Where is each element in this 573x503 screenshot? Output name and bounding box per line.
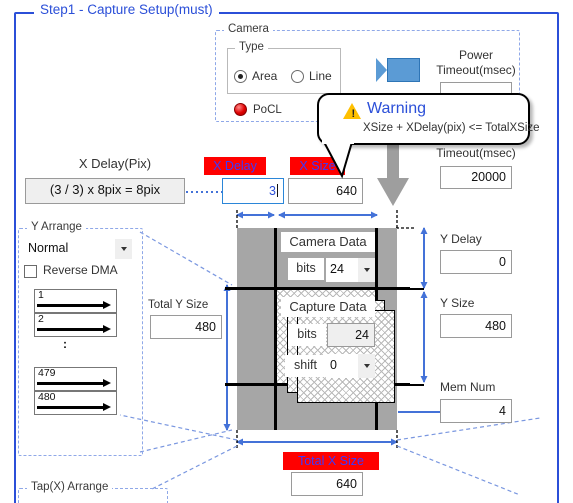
tap-x-arrange-group: Tap(X) Arrange	[18, 481, 168, 503]
y-line-row-2: 2	[34, 313, 117, 337]
camera-body-icon	[387, 58, 420, 82]
x-size-input[interactable]: 640	[288, 178, 363, 204]
capture-data-title: Capture Data	[289, 299, 367, 314]
capture-data-shift-value: 0	[330, 358, 337, 372]
arrow-shaft	[37, 406, 103, 409]
chevron-down-icon[interactable]	[115, 239, 132, 259]
arrow-head-icon	[103, 325, 111, 333]
warning-tooltip: ! Warning XSize + XDelay(pix) <= TotalXS…	[317, 93, 540, 145]
camera-data-title: Camera Data	[289, 234, 367, 249]
y-line-num-479: 479	[38, 367, 56, 379]
radio-camera-type-line[interactable]	[291, 70, 304, 83]
pocl-label: PoCL	[253, 104, 282, 116]
camera-data-bits-label: bits	[296, 261, 316, 275]
x-delay-pix-label: X Delay(Pix)	[78, 156, 152, 171]
warning-tooltip-tail	[322, 140, 354, 179]
radio-label-area: Area	[252, 69, 278, 83]
capture-setup-panel: Step1 - Capture Setup(must) Camera Type …	[0, 0, 573, 503]
reverse-dma-checkbox[interactable]	[24, 265, 37, 278]
x-delay-tag: X Delay	[204, 157, 266, 175]
page-title: Step1 - Capture Setup(must)	[34, 2, 219, 18]
reverse-dma-label: Reverse DMA	[43, 263, 118, 277]
tap-x-arrange-group-title: Tap(X) Arrange	[27, 481, 113, 493]
camera-group-title: Camera	[224, 23, 273, 35]
chevron-down-icon[interactable]	[358, 258, 375, 282]
y-size-label: Y Size	[440, 296, 475, 310]
y-line-row-1: 1	[34, 289, 117, 313]
y-line-num-2: 2	[38, 313, 44, 325]
warning-exclamation-glyph: !	[351, 108, 356, 120]
capture-data-bits-value: 24	[327, 323, 375, 347]
y-size-input[interactable]: 480	[440, 314, 512, 338]
capture-timeout-label-line2: Timeout(msec)	[436, 146, 516, 160]
x-delay-value: 3	[269, 184, 276, 198]
radio-camera-type-area[interactable]	[234, 70, 247, 83]
y-line-num-480: 480	[38, 391, 56, 403]
camera-data-bits-value: 24	[330, 262, 344, 276]
y-line-num-1: 1	[38, 289, 44, 301]
camera-type-group-title: Type	[235, 41, 268, 53]
capture-data-shift-label: shift	[294, 358, 317, 372]
panel-right-edge	[563, 0, 573, 503]
power-timeout-label-line1: Power	[458, 48, 493, 62]
y-arrange-group-title: Y Arrange	[27, 221, 86, 233]
camera-lens-icon	[376, 58, 387, 82]
warning-message: XSize + XDelay(pix) <= TotalXSize	[363, 122, 540, 134]
warning-title: Warning	[367, 100, 426, 117]
y-delay-label: Y Delay	[440, 232, 482, 246]
radio-label-line: Line	[309, 69, 332, 83]
arrow-head-icon	[103, 301, 111, 309]
chevron-down-icon[interactable]	[358, 354, 375, 378]
total-x-size-input[interactable]: 640	[291, 472, 363, 496]
mem-num-input[interactable]: 4	[440, 399, 512, 423]
power-timeout-label-line2: Timeout(msec)	[436, 63, 516, 77]
y-line-ellipsis: :	[63, 337, 67, 351]
y-line-row-480: 480	[34, 391, 117, 415]
text-caret	[277, 184, 278, 197]
y-arrange-mode-combo[interactable]: Normal	[24, 239, 132, 259]
x-delay-formula-display: (3 / 3) x 8pix = 8pix	[25, 178, 185, 204]
y-arrange-mode-value: Normal	[28, 241, 69, 255]
total-x-size-tag: Total X Size	[283, 452, 379, 470]
total-y-size-input[interactable]: 480	[150, 315, 222, 339]
arrow-shaft	[37, 382, 103, 385]
arrow-head-icon	[103, 379, 111, 387]
mem-num-label: Mem Num	[440, 380, 496, 394]
capture-timeout-input[interactable]: 20000	[440, 166, 512, 189]
camera-data-bits-combo[interactable]: 24	[326, 258, 375, 282]
capture-data-bits-label: bits	[297, 327, 317, 341]
capture-data-shift-combo[interactable]: 0	[326, 354, 375, 378]
arrow-head-icon	[103, 403, 111, 411]
total-y-size-label: Total Y Size	[148, 299, 209, 311]
y-delay-input[interactable]: 0	[440, 250, 512, 274]
pocl-led-icon	[234, 103, 247, 116]
x-delay-input[interactable]: 3	[222, 178, 284, 204]
y-line-row-479: 479	[34, 367, 117, 391]
arrow-shaft	[37, 328, 103, 331]
arrow-shaft	[37, 304, 103, 307]
